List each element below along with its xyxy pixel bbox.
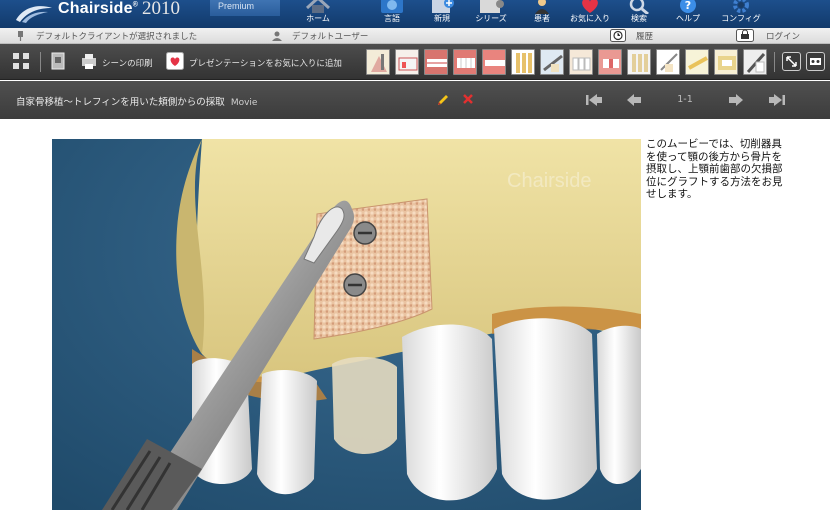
nav-language[interactable]: 言語 [370, 0, 414, 28]
status-bar: デフォルトクライアントが選択されました デフォルトユーザー 履歴 ログイン [0, 28, 830, 44]
next-page-icon[interactable] [728, 93, 744, 107]
pin-icon [18, 31, 23, 41]
dental-bone-graft-illustration: Chairside [52, 139, 641, 510]
scene-thumbnail[interactable] [453, 49, 477, 75]
heart-add-icon[interactable] [166, 52, 184, 70]
film-icon [480, 0, 504, 13]
main-content: Chairside このムービーでは、切削器具を使って顎の後方から骨片を摂取し、… [0, 119, 830, 510]
scene-thumbnail[interactable] [424, 49, 448, 75]
user-icon [272, 31, 282, 41]
search-icon [629, 0, 649, 14]
scene-thumbnail[interactable] [743, 49, 767, 75]
print-icon[interactable] [80, 52, 98, 70]
chairside-app: Chairside® 2010 Premium ホーム 言語 新規 シリーズ 患… [0, 0, 830, 510]
nav-home[interactable]: ホーム [296, 0, 340, 28]
projector-icon [810, 58, 821, 65]
brand-logo: Chairside® 2010 Premium [0, 0, 280, 28]
scene-thumbnail[interactable] [598, 49, 622, 75]
page-counter: 1-1 [677, 94, 693, 105]
nav-help[interactable]: ? ヘルプ [666, 0, 710, 28]
scene-thumbnail[interactable] [395, 49, 419, 75]
brand-name: Chairside® [58, 0, 139, 17]
home-icon [305, 0, 331, 13]
first-page-icon[interactable] [585, 93, 603, 107]
previous-page-icon[interactable] [626, 93, 642, 107]
patient-icon [535, 0, 549, 14]
movie-title-bar: 自家骨移植～トレフィンを用いた頬側からの採取 Movie 1-1 [0, 81, 830, 119]
swoosh-logo-icon [16, 6, 52, 23]
client-status: デフォルトクライアントが選択されました [36, 32, 198, 42]
projector-button[interactable] [806, 52, 825, 71]
scene-thumbnail[interactable] [511, 49, 535, 75]
scene-thumbnail[interactable] [366, 49, 390, 75]
toolbar-divider [774, 52, 775, 72]
brand-year: 2010 [142, 0, 180, 19]
toolbar: シーンの印刷 プレゼンテーションをお気に入りに追加 [0, 44, 830, 80]
movie-description: このムービーでは、切削器具を使って顎の後方から骨片を摂取し、上顎前歯部の欠損部位… [646, 138, 783, 200]
login-link[interactable]: ログイン [766, 30, 800, 42]
expand-icon [786, 56, 797, 67]
help-icon: ? [680, 0, 696, 13]
heart-icon [582, 0, 598, 13]
top-header: Chairside® 2010 Premium ホーム 言語 新規 シリーズ 患… [0, 0, 830, 28]
globe-icon [381, 0, 403, 13]
user-status[interactable]: デフォルトユーザー [292, 30, 368, 42]
add-favorite-button[interactable]: プレゼンテーションをお気に入りに追加 [189, 57, 342, 69]
scene-thumbnail[interactable] [627, 49, 651, 75]
pencil-edit-icon[interactable] [436, 93, 450, 107]
scene-thumbnail[interactable] [685, 49, 709, 75]
movie-title: 自家骨移植～トレフィンを用いた頬側からの採取 Movie [16, 97, 258, 108]
movie-player[interactable]: Chairside [52, 139, 641, 510]
fullscreen-icon[interactable] [12, 52, 30, 70]
new-icon [432, 0, 454, 13]
edition-badge: Premium [210, 0, 280, 16]
nav-search[interactable]: 検索 [618, 0, 660, 28]
delete-icon[interactable] [462, 93, 474, 105]
expand-button[interactable] [782, 52, 801, 71]
history-link[interactable]: 履歴 [636, 30, 653, 42]
clock-icon [610, 29, 626, 42]
svg-text:Chairside: Chairside [507, 170, 591, 192]
scene-thumbnail[interactable] [540, 49, 564, 75]
scene-thumbnail[interactable] [569, 49, 593, 75]
nav-favorites[interactable]: お気に入り [562, 0, 618, 28]
svg-text:?: ? [685, 0, 691, 12]
nav-new[interactable]: 新規 [420, 0, 464, 28]
scene-thumbnail[interactable] [656, 49, 680, 75]
nav-patient[interactable]: 患者 [522, 0, 562, 28]
scene-thumbnail[interactable] [714, 49, 738, 75]
nav-series[interactable]: シリーズ [468, 0, 514, 28]
gear-icon [733, 0, 749, 13]
print-scene-button[interactable]: シーンの印刷 [102, 57, 153, 69]
document-icon[interactable] [50, 52, 66, 70]
lock-icon [736, 29, 754, 42]
scene-thumbnail[interactable] [482, 49, 506, 75]
nav-config[interactable]: コンフィグ [718, 0, 764, 28]
movie-type-label: Movie [230, 98, 258, 108]
last-page-icon[interactable] [768, 93, 786, 107]
toolbar-divider [40, 52, 41, 72]
